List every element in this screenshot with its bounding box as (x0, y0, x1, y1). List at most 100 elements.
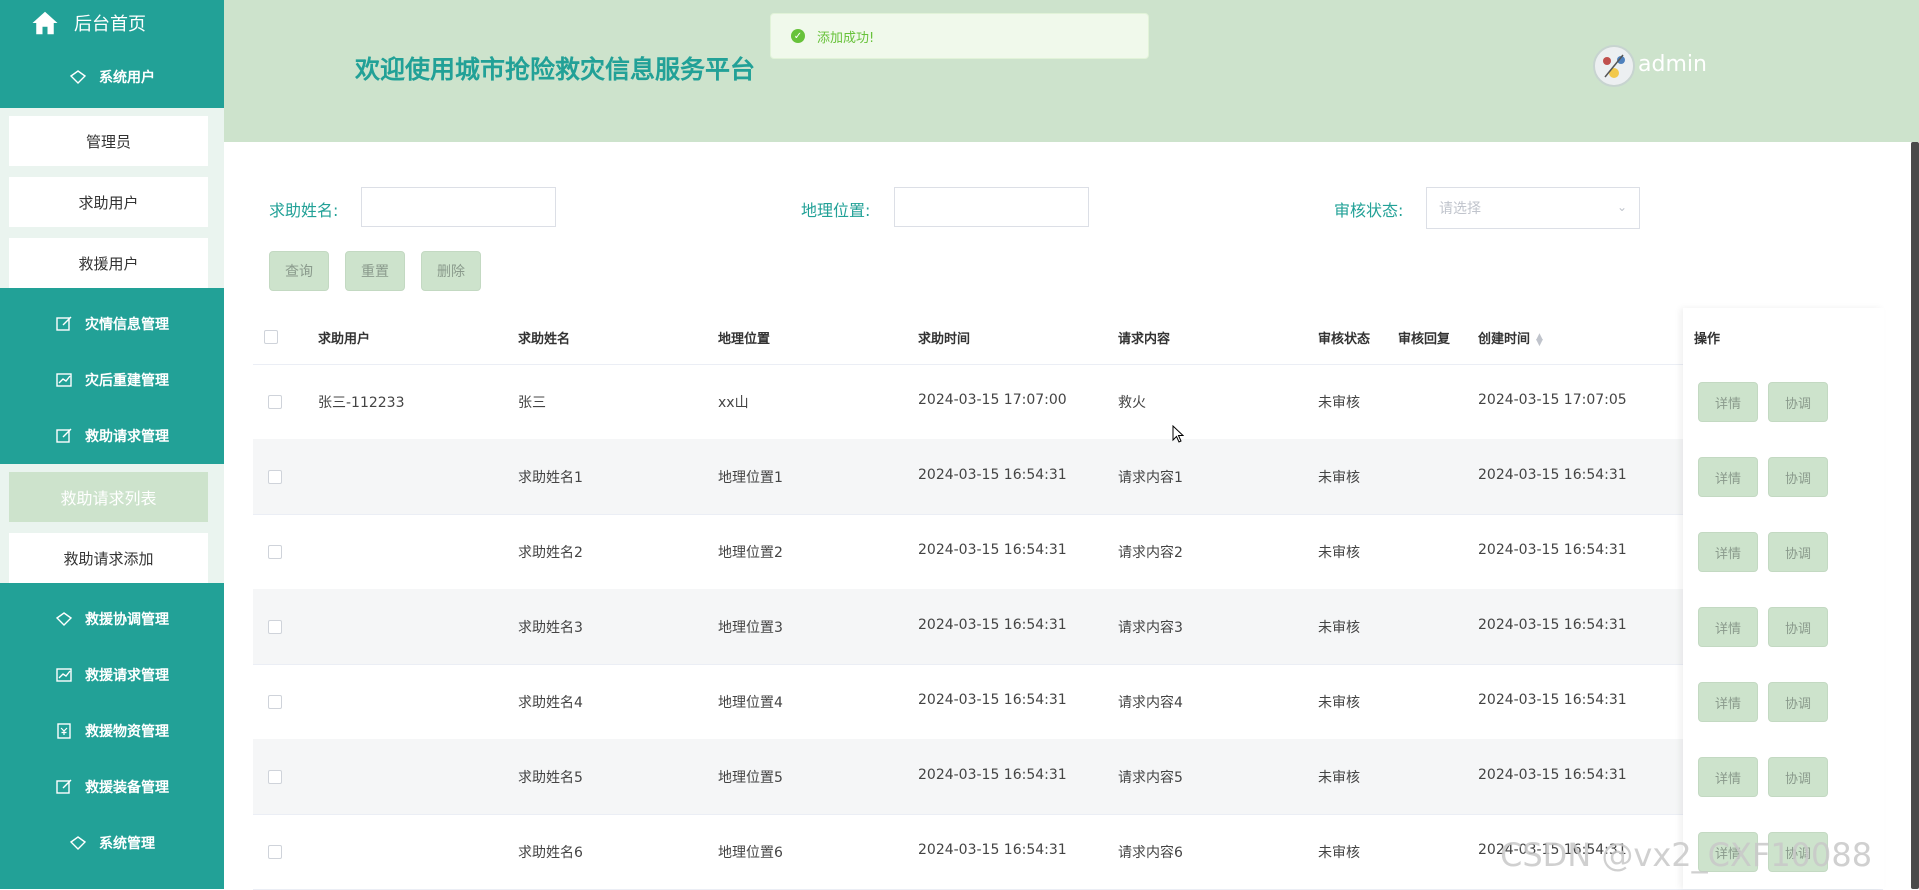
column-header-user: 求助用户 (318, 332, 371, 347)
detail-button[interactable]: 详情 (1698, 532, 1758, 572)
table-row[interactable]: 求助姓名4 地理位置4 2024-03-15 16:54:31 请求内容4 未审核 202… (253, 664, 1883, 740)
success-toast: ✓ 添加成功! (770, 13, 1149, 59)
diamond-icon (69, 834, 87, 852)
sidebar-group-rescue-equipment[interactable]: 救援装备管理 (0, 759, 224, 815)
cell-status: 未审核 (1318, 395, 1360, 411)
cell-created: 2024-03-15 16:54:31 (1478, 467, 1627, 483)
operations-column: 操作 详情 协调 详情 协调 详情 协调 详情 协调 详情 协调 详情 协调 详情 协调 (1683, 308, 1884, 889)
sidebar-group-system-mgmt[interactable]: 系统管理 (0, 815, 224, 871)
row-checkbox[interactable] (268, 845, 282, 859)
sidebar-group-disaster-info[interactable]: 灾情信息管理 (0, 296, 224, 352)
detail-button[interactable]: 详情 (1698, 682, 1758, 722)
detail-button[interactable]: 详情 (1698, 382, 1758, 422)
row-checkbox[interactable] (268, 395, 282, 409)
sidebar-home-link[interactable]: 后台首页 (0, 0, 224, 46)
table-header: 求助用户 求助姓名 地理位置 求助时间 请求内容 审核状态 审核回复 创建时间 ▲… (253, 308, 1883, 365)
column-header-created[interactable]: 创建时间 ▲ ▼ (1478, 328, 1543, 347)
sidebar-item-rescue-user[interactable]: 救援用户 (9, 238, 208, 288)
cell-content: 请求内容1 (1118, 470, 1183, 486)
coordinate-button[interactable]: 协调 (1768, 532, 1828, 572)
sidebar-group-label: 系统用户 (99, 70, 155, 86)
chart-icon (55, 666, 73, 684)
cell-location: xx山 (718, 395, 749, 411)
cell-status: 未审核 (1318, 470, 1360, 486)
coordinate-button[interactable]: 协调 (1768, 457, 1828, 497)
cell-name: 求助姓名1 (518, 470, 583, 486)
sidebar-group-label: 救援协调管理 (85, 612, 169, 628)
sidebar: 后台首页 系统用户 管理员 求助用户 救援用户 灾情信息管理 灾后重建管理 救助… (0, 0, 224, 889)
status-search-label: 审核状态: (1334, 201, 1404, 220)
cell-created: 2024-03-15 16:54:31 (1478, 692, 1627, 708)
toast-message: 添加成功! (817, 30, 875, 46)
query-button[interactable]: 查询 (269, 251, 329, 291)
row-checkbox[interactable] (268, 770, 282, 784)
cell-created: 2024-03-15 17:07:05 (1478, 392, 1627, 408)
sidebar-group-rescue-request-mgmt[interactable]: 救助请求管理 (0, 408, 224, 464)
coordinate-button[interactable]: 协调 (1768, 682, 1828, 722)
sidebar-group-rebuild[interactable]: 灾后重建管理 (0, 352, 224, 408)
table-row[interactable]: 求助姓名1 地理位置1 2024-03-15 16:54:31 请求内容1 未审核 202… (253, 439, 1883, 515)
sidebar-item-rescue-request-list[interactable]: 救助请求列表 (9, 472, 208, 522)
cell-time: 2024-03-15 16:54:31 (918, 467, 1067, 483)
table-row[interactable]: 求助姓名5 地理位置5 2024-03-15 16:54:31 请求内容5 未审核 202… (253, 739, 1883, 815)
cell-content: 救火 (1118, 395, 1146, 411)
column-header-location: 地理位置 (718, 332, 771, 347)
table-row[interactable]: 求助姓名3 地理位置3 2024-03-15 16:54:31 请求内容3 未审核 202… (253, 589, 1883, 665)
status-select[interactable]: 请选择 ⌄ (1426, 187, 1640, 229)
column-header-created-label: 创建时间 (1478, 332, 1531, 347)
delete-button[interactable]: 删除 (421, 251, 481, 291)
row-checkbox[interactable] (268, 470, 282, 484)
table-row[interactable]: 求助姓名2 地理位置2 2024-03-15 16:54:31 请求内容2 未审核 202… (253, 514, 1883, 590)
cell-name: 求助姓名4 (518, 695, 583, 711)
sidebar-submenu-rescue-request: 救助请求列表 救助请求添加 (0, 464, 224, 583)
scrollbar[interactable] (1911, 142, 1919, 889)
sidebar-item-admin[interactable]: 管理员 (9, 116, 208, 166)
sidebar-group-label: 系统管理 (99, 836, 155, 852)
coordinate-button[interactable]: 协调 (1768, 607, 1828, 647)
cell-created: 2024-03-15 16:54:31 (1478, 617, 1627, 633)
status-select-placeholder: 请选择 (1439, 201, 1481, 217)
username[interactable]: admin (1638, 52, 1707, 77)
row-checkbox[interactable] (268, 545, 282, 559)
reset-button[interactable]: 重置 (345, 251, 405, 291)
cell-time: 2024-03-15 16:54:31 (918, 842, 1067, 858)
avatar[interactable] (1593, 45, 1635, 87)
sidebar-group-system-user[interactable]: 系统用户 (0, 46, 224, 108)
name-search-input[interactable] (361, 187, 556, 227)
table-row[interactable]: 张三-112233 张三 xx山 2024-03-15 17:07:00 救火 未审核 20… (253, 364, 1883, 440)
sidebar-item-help-user[interactable]: 求助用户 (9, 177, 208, 227)
cell-location: 地理位置6 (718, 845, 783, 861)
column-header-name: 求助姓名 (518, 332, 571, 347)
chevron-down-icon: ⌄ (1616, 200, 1627, 214)
detail-button[interactable]: 详情 (1698, 457, 1758, 497)
avatar-image (1595, 47, 1633, 85)
cell-time: 2024-03-15 17:07:00 (918, 392, 1067, 408)
cell-name: 求助姓名3 (518, 620, 583, 636)
cell-time: 2024-03-15 16:54:31 (918, 767, 1067, 783)
location-search-input[interactable] (894, 187, 1089, 227)
cell-time: 2024-03-15 16:54:31 (918, 692, 1067, 708)
detail-button[interactable]: 详情 (1698, 607, 1758, 647)
select-all-checkbox[interactable] (264, 330, 278, 344)
home-icon (32, 11, 58, 35)
sidebar-group-label: 救援装备管理 (85, 780, 169, 796)
coordinate-button[interactable]: 协调 (1768, 757, 1828, 797)
row-checkbox[interactable] (268, 620, 282, 634)
diamond-icon (55, 610, 73, 628)
chart-icon (55, 371, 73, 389)
sidebar-group-rescue-coord[interactable]: 救援协调管理 (0, 591, 224, 647)
sidebar-group-rescue-supplies[interactable]: 救援物资管理 (0, 703, 224, 759)
mouse-cursor-icon (1172, 425, 1184, 443)
cell-time: 2024-03-15 16:54:31 (918, 542, 1067, 558)
column-header-status: 审核状态 (1318, 332, 1371, 347)
sidebar-group-rescue-request[interactable]: 救援请求管理 (0, 647, 224, 703)
cell-status: 未审核 (1318, 845, 1360, 861)
coordinate-button[interactable]: 协调 (1768, 382, 1828, 422)
location-search-label: 地理位置: (801, 201, 871, 220)
row-checkbox[interactable] (268, 695, 282, 709)
cell-user: 张三-112233 (318, 395, 405, 411)
cell-location: 地理位置4 (718, 695, 783, 711)
sidebar-item-rescue-request-add[interactable]: 救助请求添加 (9, 533, 208, 583)
detail-button[interactable]: 详情 (1698, 757, 1758, 797)
sort-icon[interactable]: ▲ ▼ (1536, 332, 1543, 347)
